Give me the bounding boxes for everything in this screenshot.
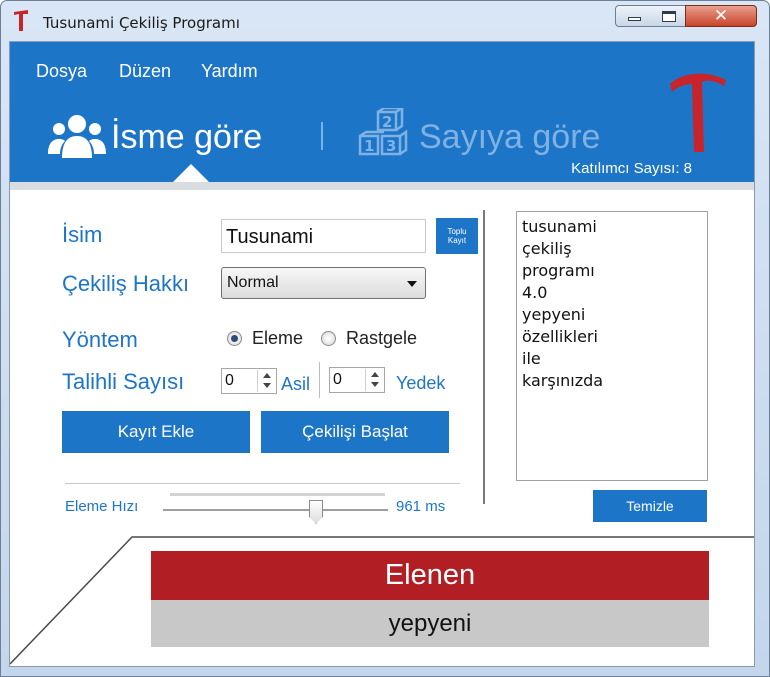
name-input[interactable]: Tusunami (221, 219, 426, 253)
backup-count-label: Yedek (396, 373, 446, 393)
bulk-add-label-line2: Kayıt (447, 236, 467, 245)
close-icon: ✕ (713, 6, 729, 26)
spin-down-icon[interactable] (263, 383, 271, 388)
list-item[interactable]: tusunami (522, 216, 702, 238)
app-logo-icon (14, 10, 28, 31)
list-item[interactable]: çekiliş (522, 238, 702, 260)
speed-value: 961 ms (396, 498, 446, 515)
list-item[interactable]: 4.0 (522, 282, 702, 304)
method-eleme-label[interactable]: Eleme (252, 328, 303, 349)
panel-divider (483, 210, 485, 504)
method-rastgele-label[interactable]: Rastgele (346, 328, 417, 349)
spin-down-icon[interactable] (371, 382, 379, 387)
list-item[interactable]: özellikleri (522, 326, 702, 348)
spin-up-icon[interactable] (371, 372, 379, 377)
number-blocks-icon: 2 1 3 (358, 108, 408, 156)
main-count-stepper[interactable]: 0 (221, 368, 277, 394)
backup-count-stepper[interactable]: 0 (329, 367, 385, 393)
start-draw-button[interactable]: Çekilişi Başlat (261, 411, 449, 453)
people-icon (48, 115, 106, 158)
close-button[interactable]: ✕ (685, 5, 757, 27)
participant-count: Katılımcı Sayısı: 8 (571, 160, 692, 177)
backup-count-spin-buttons[interactable] (365, 369, 383, 391)
bulk-add-label-line1: Toplu (447, 227, 467, 236)
draw-right-label: Çekiliş Hakkı (62, 271, 190, 296)
chevron-down-icon (407, 281, 417, 287)
add-entry-button[interactable]: Kayıt Ekle (62, 411, 250, 453)
active-tab-indicator (173, 164, 209, 182)
tab-by-number[interactable]: Sayıya göre (419, 118, 600, 157)
header-divider (10, 182, 754, 190)
maximize-icon (661, 10, 676, 22)
title-bar[interactable]: Tusunami Çekiliş Programı ✕ (1, 1, 769, 41)
tab-by-name[interactable]: İsme göre (111, 118, 262, 157)
clear-button[interactable]: Temizle (593, 490, 707, 522)
list-item[interactable]: ile (522, 348, 702, 370)
form-divider (65, 483, 460, 484)
list-item[interactable]: yepyeni (522, 304, 702, 326)
minimize-button[interactable] (615, 5, 653, 27)
draw-right-value: Normal (227, 274, 279, 291)
app-window: Tusunami Çekiliş Programı ✕ Dosya Düzen … (0, 0, 770, 677)
speed-slider-track[interactable] (163, 509, 388, 511)
stepper-divider (319, 362, 320, 398)
method-rastgele-radio[interactable] (321, 331, 336, 346)
menu-file[interactable]: Dosya (36, 61, 87, 82)
menu-help[interactable]: Yardım (201, 61, 258, 82)
speed-label: Eleme Hızı (65, 498, 139, 515)
draw-right-select[interactable]: Normal (221, 267, 426, 299)
bulk-add-button[interactable]: Toplu Kayıt (436, 218, 478, 254)
window-title: Tusunami Çekiliş Programı (43, 14, 240, 32)
name-label: İsim (62, 222, 103, 247)
entries-list[interactable]: tusunami çekiliş programı 4.0 yepyeni öz… (516, 211, 708, 481)
main-count-label: Asil (281, 374, 311, 394)
brand-logo-icon (670, 73, 726, 152)
menu-edit[interactable]: Düzen (119, 61, 171, 82)
main-count-spin-buttons[interactable] (257, 370, 275, 392)
list-item[interactable]: programı (522, 260, 702, 282)
svg-text:1: 1 (364, 137, 374, 155)
spin-up-icon[interactable] (263, 373, 271, 378)
client-area: Dosya Düzen Yardım İsme göre 2 1 3 Sayıy… (9, 41, 755, 667)
method-label: Yöntem (62, 327, 138, 352)
winners-label: Talihli Sayısı (62, 369, 185, 394)
minimize-icon (627, 17, 641, 21)
maximize-button[interactable] (652, 5, 686, 27)
method-eleme-radio[interactable] (227, 331, 242, 346)
svg-text:3: 3 (386, 137, 396, 155)
list-item[interactable]: karşınızda (522, 370, 702, 392)
backup-count-value: 0 (333, 371, 342, 388)
tab-separator (321, 122, 323, 150)
svg-text:2: 2 (382, 113, 392, 131)
speed-slider-thumb[interactable] (309, 500, 323, 524)
main-count-value: 0 (225, 372, 234, 389)
menu-bar: Dosya Düzen Yardım (10, 42, 754, 96)
slider-track-shadow (170, 493, 385, 496)
eliminated-title: Elenen (151, 551, 709, 600)
eliminated-value: yepyeni (151, 600, 709, 647)
